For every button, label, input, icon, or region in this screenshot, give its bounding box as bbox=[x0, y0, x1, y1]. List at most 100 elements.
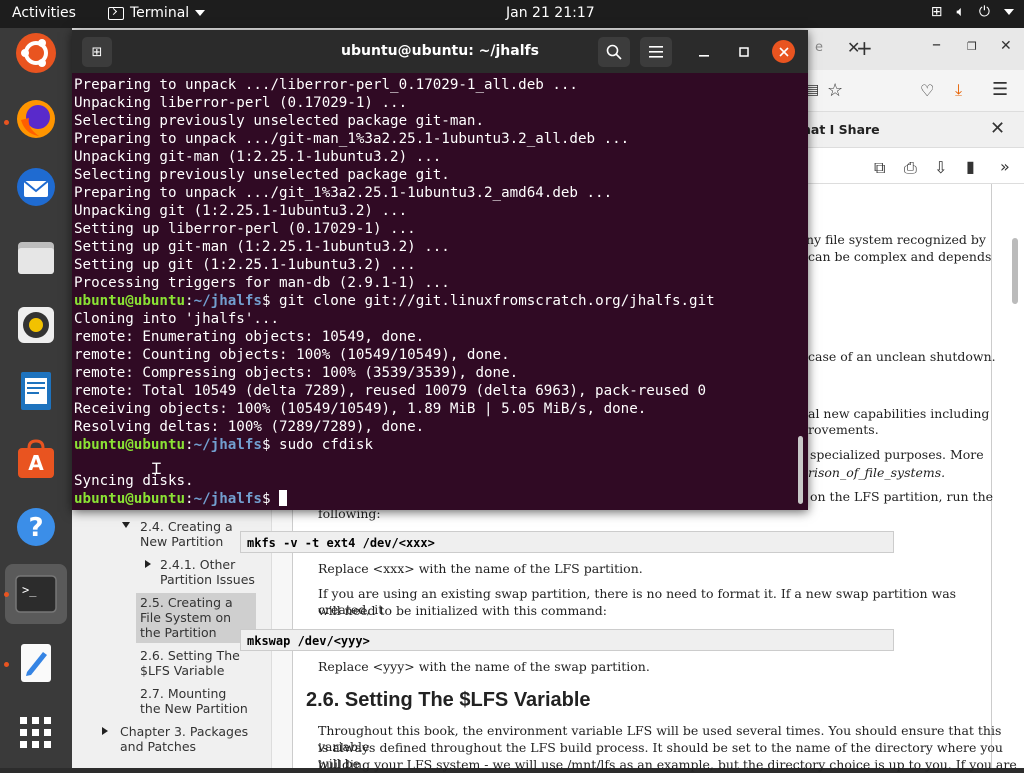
save-icon[interactable]: ⇩ bbox=[934, 158, 947, 177]
minimize-button[interactable] bbox=[692, 37, 716, 67]
output-line: remote: Enumerating objects: 10549, done… bbox=[74, 329, 425, 345]
dock: A ? >_ bbox=[0, 28, 72, 768]
volume-icon: 🔈︎ bbox=[956, 4, 965, 20]
prompt-path: ~/jhalfs bbox=[193, 293, 262, 309]
output-line: remote: Compressing objects: 100% (3539/… bbox=[74, 365, 519, 381]
print-icon[interactable]: ⎙ bbox=[904, 158, 917, 178]
toc-expand-icon[interactable] bbox=[122, 522, 130, 528]
prompt-user: ubuntu@ubuntu bbox=[74, 491, 186, 507]
output-line: Selecting previously unselected package … bbox=[74, 113, 484, 129]
terminal-headerbar[interactable]: ⊞ ubuntu@ubuntu: ~/jhalfs bbox=[72, 30, 808, 73]
doc-paragraph: will need to be initialized with this co… bbox=[318, 603, 608, 618]
prompt-separator: : bbox=[185, 437, 194, 453]
terminal-window[interactable]: ⊞ ubuntu@ubuntu: ~/jhalfs Preparing to u… bbox=[72, 30, 808, 510]
output-line: Unpacking liberror-perl (0.17029-1) ... bbox=[74, 95, 408, 111]
output-line: Unpacking git-man (1:2.25.1-1ubuntu3.2) … bbox=[74, 149, 442, 165]
thunderbird-icon[interactable] bbox=[13, 164, 59, 210]
clock[interactable]: Jan 21 21:17 bbox=[506, 5, 595, 21]
doc-paragraph: Replace <xxx> with the name of the LFS p… bbox=[318, 561, 643, 576]
tab-title-fragment[interactable]: e bbox=[815, 40, 823, 55]
doc-text: rovements. bbox=[808, 422, 879, 437]
firefox-icon[interactable] bbox=[13, 96, 59, 142]
toc-expand-icon[interactable] bbox=[145, 560, 151, 568]
output-line: Cloning into 'jhalfs'... bbox=[74, 311, 279, 327]
toc-item-selected[interactable]: 2.5. Creating a File System on the Parti… bbox=[136, 593, 256, 643]
rhythmbox-icon[interactable] bbox=[13, 302, 59, 348]
output-line: Selecting previously unselected package … bbox=[74, 167, 450, 183]
close-icon[interactable]: ✕ bbox=[1000, 38, 1012, 54]
output-line: remote: Counting objects: 100% (10549/10… bbox=[74, 347, 510, 363]
download-icon[interactable]: ⤓ bbox=[955, 80, 962, 100]
bookmark-icon[interactable]: ▮ bbox=[966, 157, 975, 176]
text-editor-icon[interactable] bbox=[13, 640, 59, 686]
new-tab-icon[interactable]: + bbox=[856, 36, 873, 60]
toc-item[interactable]: Chapter 3. Packages and Patches bbox=[120, 724, 250, 754]
text-cursor-icon: Ɪ bbox=[152, 459, 161, 478]
app-menu-label: Terminal bbox=[130, 5, 190, 21]
pocket-icon[interactable]: ♡ bbox=[920, 81, 934, 100]
output-line: Setting up git-man (1:2.25.1-1ubuntu3.2)… bbox=[74, 239, 450, 255]
output-line: Preparing to unpack .../git-man_1%3a2.25… bbox=[74, 131, 630, 147]
prompt-user: ubuntu@ubuntu bbox=[74, 437, 186, 453]
doc-paragraph: building your LFS system - we will use /… bbox=[318, 757, 1017, 772]
presentation-icon[interactable]: ⧉ bbox=[874, 158, 885, 178]
output-line: Setting up git (1:2.25.1-1ubuntu3.2) ... bbox=[74, 257, 416, 273]
code-block: mkswap /dev/<yyy> bbox=[240, 629, 894, 651]
output-line: Setting up liberror-perl (0.17029-1) ... bbox=[74, 221, 416, 237]
output-line: Processing triggers for man-db (2.9.1-1)… bbox=[74, 275, 450, 291]
prompt-command bbox=[270, 491, 279, 507]
ubuntu-installer-icon[interactable] bbox=[13, 30, 59, 76]
power-icon: ⏻ bbox=[978, 4, 990, 20]
toc-item[interactable]: 2.7. Mounting the New Partition bbox=[140, 686, 250, 716]
output-line: Receiving objects: 100% (10549/10549), 1… bbox=[74, 401, 647, 417]
software-center-icon[interactable]: A bbox=[13, 436, 59, 482]
system-tray[interactable]: ⊞ 🔈︎ ⏻ bbox=[931, 4, 1014, 20]
app-menu[interactable]: Terminal bbox=[108, 5, 206, 21]
prompt-separator: : bbox=[185, 293, 194, 309]
more-tools-icon[interactable]: » bbox=[1000, 157, 1010, 176]
maximize-button[interactable] bbox=[732, 37, 756, 67]
files-icon[interactable] bbox=[13, 234, 59, 280]
notification-text: hat I Share bbox=[802, 122, 880, 137]
bookmark-star-icon[interactable]: ☆ bbox=[827, 80, 843, 101]
menu-icon[interactable]: ☰ bbox=[992, 79, 1008, 100]
prompt-path: ~/jhalfs bbox=[193, 437, 262, 453]
terminal-icon[interactable]: >_ bbox=[5, 564, 67, 624]
top-bar: Activities Terminal Jan 21 21:17 ⊞ 🔈︎ ⏻ bbox=[0, 0, 1024, 28]
search-button[interactable] bbox=[598, 37, 630, 67]
doc-text[interactable]: rison_of_file_systems. bbox=[808, 465, 945, 481]
network-icon: ⊞ bbox=[930, 4, 943, 20]
hamburger-menu-button[interactable] bbox=[640, 37, 672, 67]
svg-text:A: A bbox=[28, 451, 44, 475]
terminal-output[interactable]: Preparing to unpack .../liberror-perl_0.… bbox=[74, 76, 794, 508]
scrollbar-thumb[interactable] bbox=[798, 436, 803, 504]
close-button[interactable] bbox=[772, 40, 795, 63]
show-applications-icon[interactable] bbox=[13, 710, 59, 756]
toc-item[interactable]: 2.6. Setting The $LFS Variable bbox=[140, 648, 250, 678]
scrollbar-thumb[interactable] bbox=[1012, 238, 1018, 304]
activities-button[interactable]: Activities bbox=[12, 5, 76, 21]
output-line: Syncing disks. bbox=[74, 473, 194, 489]
prompt-command: git clone git://git.linuxfromscratch.org… bbox=[270, 293, 715, 309]
close-notification-icon[interactable]: ✕ bbox=[990, 118, 1005, 139]
help-icon[interactable]: ? bbox=[13, 504, 59, 550]
terminal-cursor bbox=[279, 490, 288, 506]
maximize-icon[interactable]: ❐ bbox=[967, 40, 977, 53]
prompt-path: ~/jhalfs bbox=[193, 491, 262, 507]
doc-text: ny file system recognized by bbox=[806, 232, 986, 247]
libreoffice-writer-icon[interactable] bbox=[13, 368, 59, 414]
toc-item[interactable]: 2.4.1. Other Partition Issues bbox=[160, 557, 260, 587]
running-indicator bbox=[4, 592, 9, 597]
minimize-icon bbox=[699, 55, 709, 57]
doc-paragraph: Replace <yyy> with the name of the swap … bbox=[318, 659, 650, 674]
minimize-icon[interactable]: – bbox=[932, 34, 941, 55]
prompt-user: ubuntu@ubuntu bbox=[74, 293, 186, 309]
close-icon bbox=[778, 46, 789, 57]
doc-text: on the LFS partition, run the bbox=[810, 489, 994, 504]
chevron-down-icon bbox=[1004, 9, 1014, 15]
running-indicator bbox=[4, 662, 9, 667]
toc-expand-icon[interactable] bbox=[102, 727, 108, 735]
output-line: remote: Total 10549 (delta 7289), reused… bbox=[74, 383, 707, 399]
output-line: Preparing to unpack .../liberror-perl_0.… bbox=[74, 77, 578, 93]
